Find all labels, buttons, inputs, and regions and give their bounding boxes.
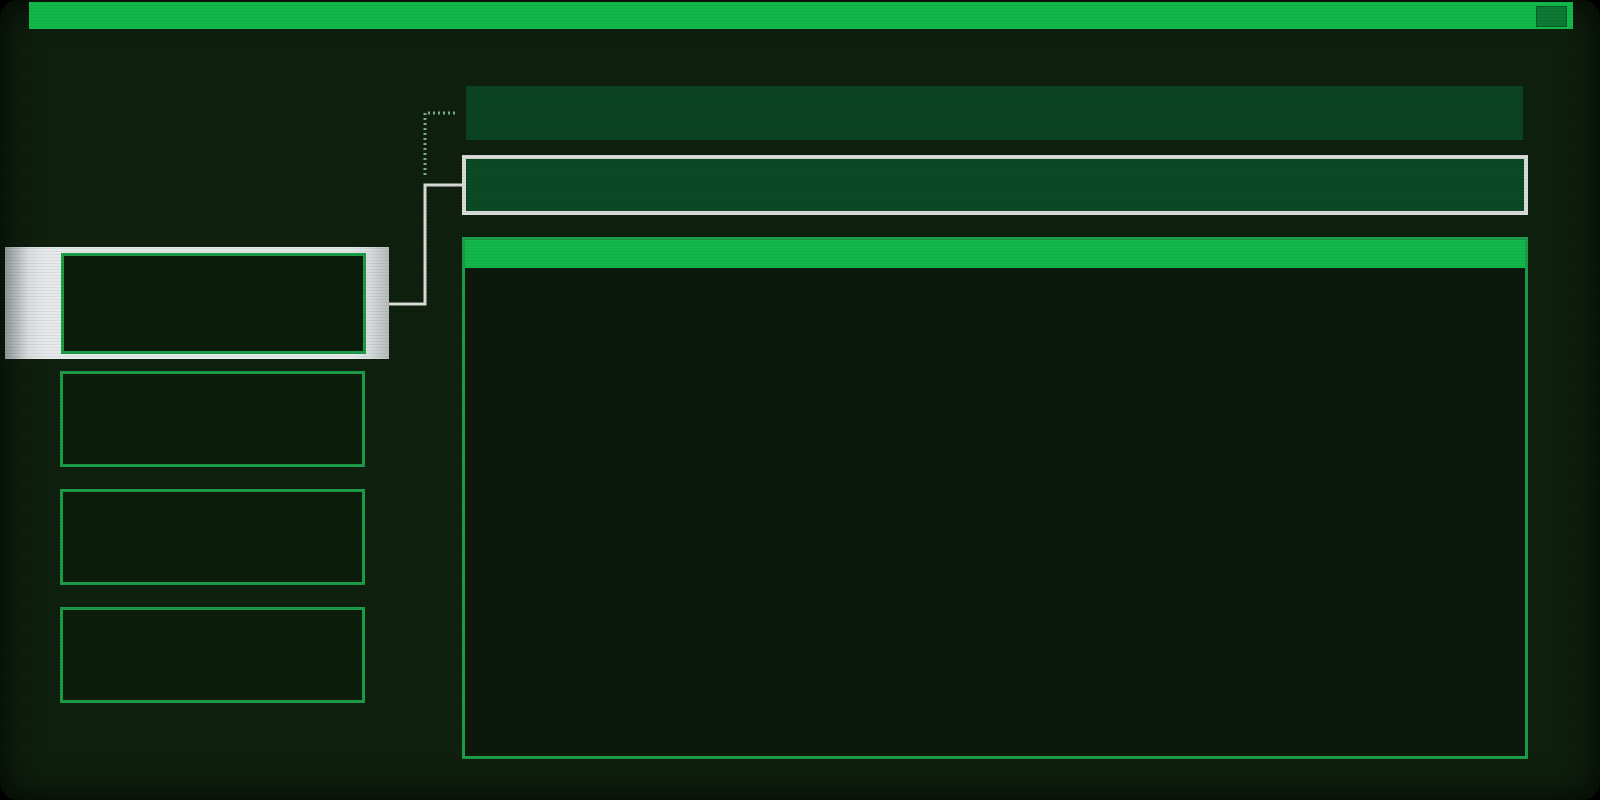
menu-item-3[interactable] bbox=[60, 489, 365, 585]
title-bar bbox=[29, 2, 1573, 29]
menu-item-2[interactable] bbox=[60, 371, 365, 467]
connector-dotted-line bbox=[423, 111, 458, 175]
panel-header bbox=[465, 240, 1525, 268]
menu-item-4[interactable] bbox=[60, 607, 365, 703]
content-panel bbox=[462, 237, 1528, 759]
terminal-screen bbox=[0, 0, 1600, 800]
command-input[interactable] bbox=[462, 155, 1528, 215]
menu-item-1[interactable] bbox=[61, 253, 366, 354]
connector-line bbox=[389, 183, 462, 306]
header-bar bbox=[466, 86, 1523, 140]
window-control-button[interactable] bbox=[1536, 6, 1567, 27]
